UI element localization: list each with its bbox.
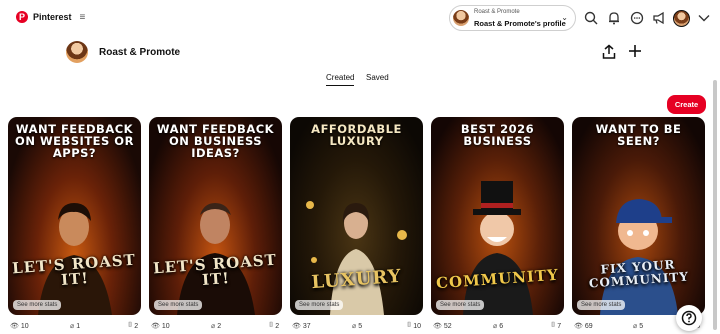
person-figure (8, 165, 141, 315)
save-icon: ⌷ (551, 322, 556, 329)
save-icon: ⌷ (407, 322, 412, 329)
megaphone-icon[interactable] (651, 10, 667, 26)
saves-stat: ⌷ 10 (407, 322, 421, 330)
tab-created[interactable]: Created (326, 73, 355, 86)
monopoly-man-figure (431, 165, 564, 315)
question-icon (681, 310, 697, 326)
eye-icon: 👁 (10, 323, 19, 330)
person-figure (149, 165, 282, 315)
tab-saved[interactable]: Saved (366, 73, 389, 82)
help-button[interactable] (676, 305, 702, 331)
saves-stat: ⌷ 7 (551, 322, 562, 330)
link-icon: ⌀ (70, 323, 75, 330)
clicks-stat: ⌀ 1 (70, 322, 81, 331)
account-switcher-line2: Roast & Promote's profile (474, 19, 566, 28)
views-stat: 👁 10 (151, 322, 170, 331)
pin-headline: AFFORDABLE LUXURY (311, 122, 402, 148)
user-avatar[interactable] (673, 10, 690, 27)
person-figure (290, 165, 423, 315)
account-switcher-line1: Roast & Promote (474, 9, 520, 15)
see-more-stats-chip[interactable]: See more stats (154, 300, 203, 310)
views-stat: 👁 69 (574, 322, 593, 331)
eye-icon: 👁 (151, 323, 160, 330)
pin-headline: WANT TO BE SEEN? (595, 122, 682, 148)
pinterest-logo-icon: P (16, 11, 28, 23)
plus-icon[interactable] (627, 43, 643, 59)
pin-headline: WANT FEEDBACK ON BUSINESS IDEAS? (156, 122, 275, 160)
account-switcher[interactable]: Roast & Promote Roast & Promote's profil… (449, 5, 576, 31)
pin-card[interactable]: BEST 2026 BUSINESS COMMUNITY See more st… (431, 117, 564, 315)
link-icon: ⌀ (352, 323, 357, 330)
account-avatar (453, 10, 469, 26)
bell-icon[interactable] (606, 10, 622, 26)
chevron-down-icon[interactable] (696, 10, 712, 26)
save-icon: ⌷ (128, 322, 133, 329)
saves-stat: ⌷ 2 (128, 322, 139, 330)
messages-icon[interactable] (629, 10, 645, 26)
clicks-stat: ⌀ 6 (493, 322, 504, 331)
pin-card[interactable]: WANT FEEDBACK ON WEBSITES OR APPS? LET'S… (8, 117, 141, 315)
share-icon[interactable] (601, 44, 617, 60)
eye-icon: 👁 (292, 323, 301, 330)
scrollbar[interactable] (713, 80, 717, 330)
pin-card[interactable]: AFFORDABLE LUXURY LUXURY See more stats (290, 117, 423, 315)
see-more-stats-chip[interactable]: See more stats (295, 300, 344, 310)
cartoon-figure (572, 165, 705, 315)
see-more-stats-chip[interactable]: See more stats (577, 300, 626, 310)
logo-text: Pinterest (33, 12, 72, 22)
profile-avatar[interactable] (66, 41, 88, 63)
link-icon: ⌀ (493, 323, 498, 330)
pin-card[interactable]: WANT TO BE SEEN? FIX YOUR COMMUNITY See … (572, 117, 705, 315)
views-stat: 👁 37 (292, 322, 311, 331)
link-icon: ⌀ (633, 323, 638, 330)
see-more-stats-chip[interactable]: See more stats (436, 300, 485, 310)
pin-headline: WANT FEEDBACK ON WEBSITES OR APPS? (15, 122, 134, 160)
chevron-down-icon: ⌄ (561, 13, 568, 22)
create-button[interactable]: Create (667, 95, 706, 114)
eye-icon: 👁 (433, 323, 442, 330)
saves-stat: ⌷ 2 (269, 322, 280, 330)
pinterest-logo[interactable]: P Pinterest ≡ (16, 11, 85, 23)
views-stat: 👁 10 (10, 322, 29, 331)
see-more-stats-chip[interactable]: See more stats (13, 300, 62, 310)
views-stat: 👁 52 (433, 322, 452, 331)
profile-name: Roast & Promote (99, 47, 181, 58)
clicks-stat: ⌀ 2 (211, 322, 222, 331)
link-icon: ⌀ (211, 323, 216, 330)
eye-icon: 👁 (574, 323, 583, 330)
clicks-stat: ⌀ 5 (633, 322, 644, 331)
clicks-stat: ⌀ 5 (352, 322, 363, 331)
top-header: P Pinterest ≡ Roast & Promote Roast & Pr… (0, 0, 720, 36)
menu-icon[interactable]: ≡ (80, 12, 86, 23)
search-icon[interactable] (583, 10, 599, 26)
pin-card[interactable]: WANT FEEDBACK ON BUSINESS IDEAS? LET'S R… (149, 117, 282, 315)
save-icon: ⌷ (269, 322, 274, 329)
pin-headline: BEST 2026 BUSINESS (460, 122, 535, 148)
